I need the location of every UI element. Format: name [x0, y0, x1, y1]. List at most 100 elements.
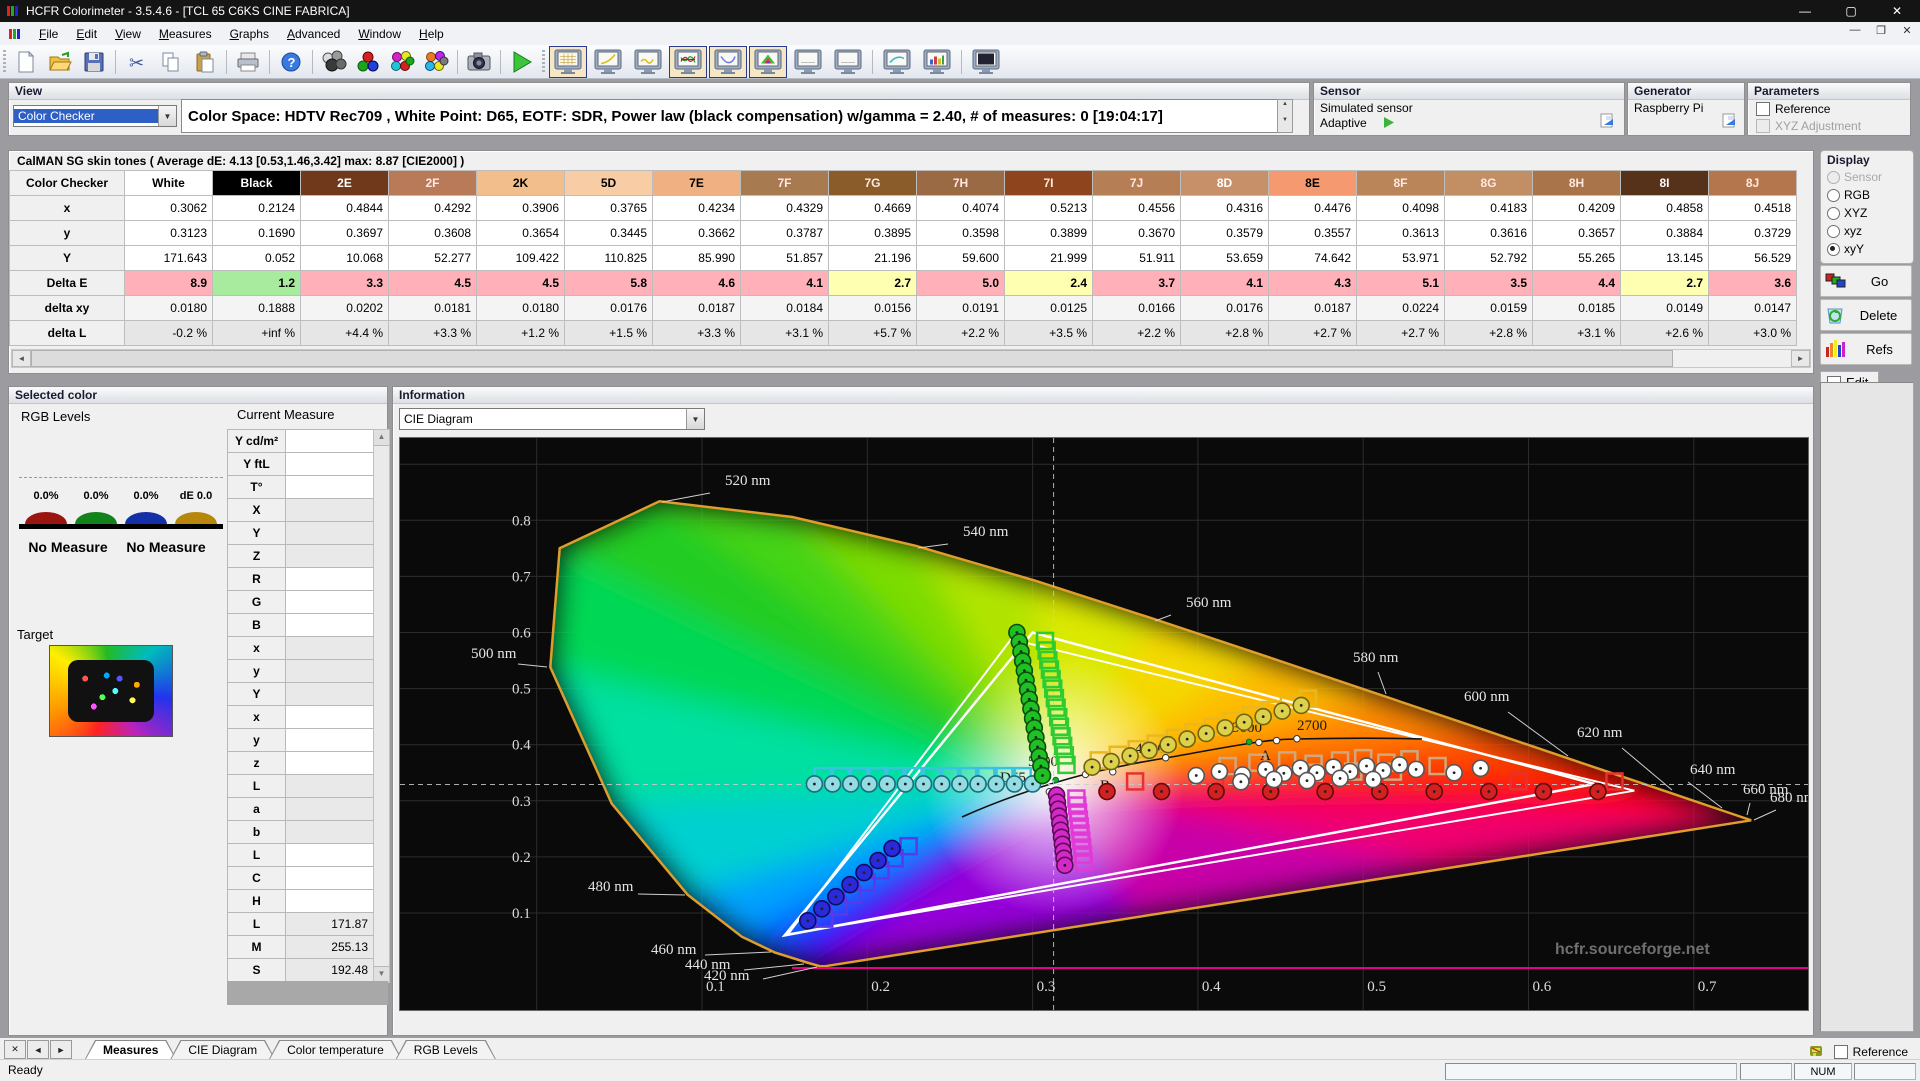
menu-file[interactable]: File — [30, 24, 67, 44]
secondaries-measure-button[interactable] — [387, 48, 417, 76]
information-view-combo[interactable]: CIE Diagram ▼ — [399, 408, 705, 430]
mdi-close-button[interactable]: ✕ — [1898, 24, 1916, 37]
maximize-button[interactable]: ▢ — [1828, 0, 1874, 22]
display-radio-rgb[interactable]: RGB — [1821, 186, 1913, 204]
sensor-config-icon[interactable] — [1600, 113, 1616, 129]
vscroll-down-icon[interactable]: ▼ — [374, 966, 389, 982]
contrast-view-button[interactable] — [789, 46, 827, 78]
reference-bottom-checkbox[interactable]: Reference — [1833, 1045, 1908, 1059]
column-header-2f[interactable]: 2F — [388, 170, 477, 196]
view-selector-combo[interactable]: Color Checker ▼ — [13, 105, 177, 127]
cut-button[interactable]: ✂ — [122, 48, 152, 76]
reference-checkbox[interactable]: Reference — [1756, 102, 1830, 116]
cell-delta-xy-7j: 0.0166 — [1092, 295, 1181, 321]
spinner-up-icon[interactable]: ▲ — [1278, 100, 1292, 116]
cie-diagram-view-button[interactable] — [749, 45, 787, 78]
svg-text:0.1: 0.1 — [512, 906, 531, 922]
column-header-7g[interactable]: 7G — [828, 170, 917, 196]
refs-button[interactable]: Refs — [1820, 333, 1912, 365]
column-header-8f[interactable]: 8F — [1356, 170, 1445, 196]
mdi-child-buttons: — ❐ ✕ — [1846, 24, 1916, 37]
column-header-2k[interactable]: 2K — [476, 170, 565, 196]
column-header-5d[interactable]: 5D — [564, 170, 653, 196]
column-header-8j[interactable]: 8J — [1708, 170, 1797, 196]
column-header-7f[interactable]: 7F — [740, 170, 829, 196]
column-header-8h[interactable]: 8H — [1532, 170, 1621, 196]
menu-measures[interactable]: Measures — [150, 24, 221, 44]
hscroll-thumb[interactable] — [31, 350, 1673, 367]
close-button[interactable]: ✕ — [1874, 0, 1920, 22]
tab-measures[interactable]: Measures — [85, 1040, 176, 1059]
vscroll-up-icon[interactable]: ▲ — [374, 430, 389, 446]
print-button[interactable] — [233, 48, 263, 76]
menu-window[interactable]: Window — [349, 24, 410, 44]
measures-table-hscrollbar[interactable]: ◄ ► — [11, 349, 1811, 368]
radio-dot-icon[interactable] — [1827, 206, 1840, 220]
close-workspace-icon[interactable]: ✕ — [4, 1040, 26, 1059]
histogram-view-button[interactable] — [918, 46, 956, 78]
menu-edit[interactable]: Edit — [67, 24, 106, 44]
tab-cie-diagram[interactable]: CIE Diagram — [170, 1040, 275, 1059]
combo-arrow-icon[interactable]: ▼ — [158, 106, 176, 126]
rgb-levels-view-button[interactable] — [669, 45, 707, 78]
free-measures-view-button[interactable] — [967, 46, 1005, 78]
generator-config-icon[interactable] — [1722, 113, 1738, 129]
column-header-2e[interactable]: 2E — [300, 170, 389, 196]
radio-dot-icon[interactable] — [1827, 224, 1840, 238]
go-button[interactable]: Go — [1820, 265, 1912, 297]
paste-button[interactable] — [190, 48, 220, 76]
near-black-view-button[interactable] — [629, 46, 667, 78]
menu-help[interactable]: Help — [410, 24, 453, 44]
tab-scroll-right-icon[interactable]: ► — [50, 1040, 72, 1059]
saturation-view-button[interactable] — [829, 46, 867, 78]
column-header-8d[interactable]: 8D — [1180, 170, 1269, 196]
column-header-white[interactable]: White — [124, 170, 213, 196]
snapshot-button[interactable] — [464, 48, 494, 76]
information-combo-arrow-icon[interactable]: ▼ — [686, 409, 704, 429]
mdi-restore-button[interactable]: ❐ — [1872, 24, 1890, 37]
column-header-7i[interactable]: 7I — [1004, 170, 1093, 196]
save-button[interactable] — [79, 48, 109, 76]
column-header-black[interactable]: Black — [212, 170, 301, 196]
display-radio-xyz[interactable]: XYZ — [1821, 204, 1913, 222]
menu-advanced[interactable]: Advanced — [278, 24, 349, 44]
primaries-measure-button[interactable] — [353, 48, 383, 76]
measures-table-view-button[interactable] — [549, 45, 587, 78]
mdi-minimize-button[interactable]: — — [1846, 24, 1864, 37]
open-button[interactable] — [45, 48, 75, 76]
reference-bottom-checkbox-box[interactable] — [1833, 1045, 1848, 1059]
column-header-8g[interactable]: 8G — [1444, 170, 1533, 196]
reference-checkbox-box[interactable] — [1756, 102, 1770, 116]
column-header-7e[interactable]: 7E — [652, 170, 741, 196]
tab-color-temperature[interactable]: Color temperature — [269, 1040, 402, 1059]
menu-view[interactable]: View — [106, 24, 150, 44]
grayscale-measure-button[interactable] — [319, 48, 349, 76]
tab-scroll-left-icon[interactable]: ◄ — [27, 1040, 49, 1059]
run-measure-button[interactable] — [507, 48, 537, 76]
column-header-7h[interactable]: 7H — [916, 170, 1005, 196]
radio-label: Sensor — [1844, 170, 1883, 184]
luminance-view-button[interactable] — [709, 45, 747, 78]
scroll-right-icon[interactable]: ► — [1791, 350, 1810, 367]
spinner-down-icon[interactable]: ▼ — [1278, 116, 1292, 132]
sensor-play-icon[interactable] — [1382, 116, 1396, 129]
full-measure-button[interactable] — [421, 48, 451, 76]
column-header-7j[interactable]: 7J — [1092, 170, 1181, 196]
menu-graphs[interactable]: Graphs — [221, 24, 278, 44]
radio-dot-icon[interactable] — [1827, 242, 1840, 256]
current-measure-vscrollbar[interactable]: ▲ ▼ — [373, 429, 390, 983]
display-radio-xyy[interactable]: xyY — [1821, 240, 1913, 258]
color-temperature-view-button[interactable] — [878, 46, 916, 78]
help-button[interactable]: ? — [276, 48, 306, 76]
column-header-8i[interactable]: 8I — [1620, 170, 1709, 196]
scroll-left-icon[interactable]: ◄ — [12, 350, 31, 367]
column-header-8e[interactable]: 8E — [1268, 170, 1357, 196]
display-radio-xyz[interactable]: xyz — [1821, 222, 1913, 240]
minimize-button[interactable]: — — [1782, 0, 1828, 22]
delete-button[interactable]: Delete — [1820, 299, 1912, 331]
gamma-view-button[interactable] — [589, 46, 627, 78]
tab-rgb-levels[interactable]: RGB Levels — [396, 1040, 496, 1059]
new-button[interactable] — [11, 48, 41, 76]
radio-dot-icon[interactable] — [1827, 188, 1840, 202]
copy-button[interactable] — [156, 48, 186, 76]
